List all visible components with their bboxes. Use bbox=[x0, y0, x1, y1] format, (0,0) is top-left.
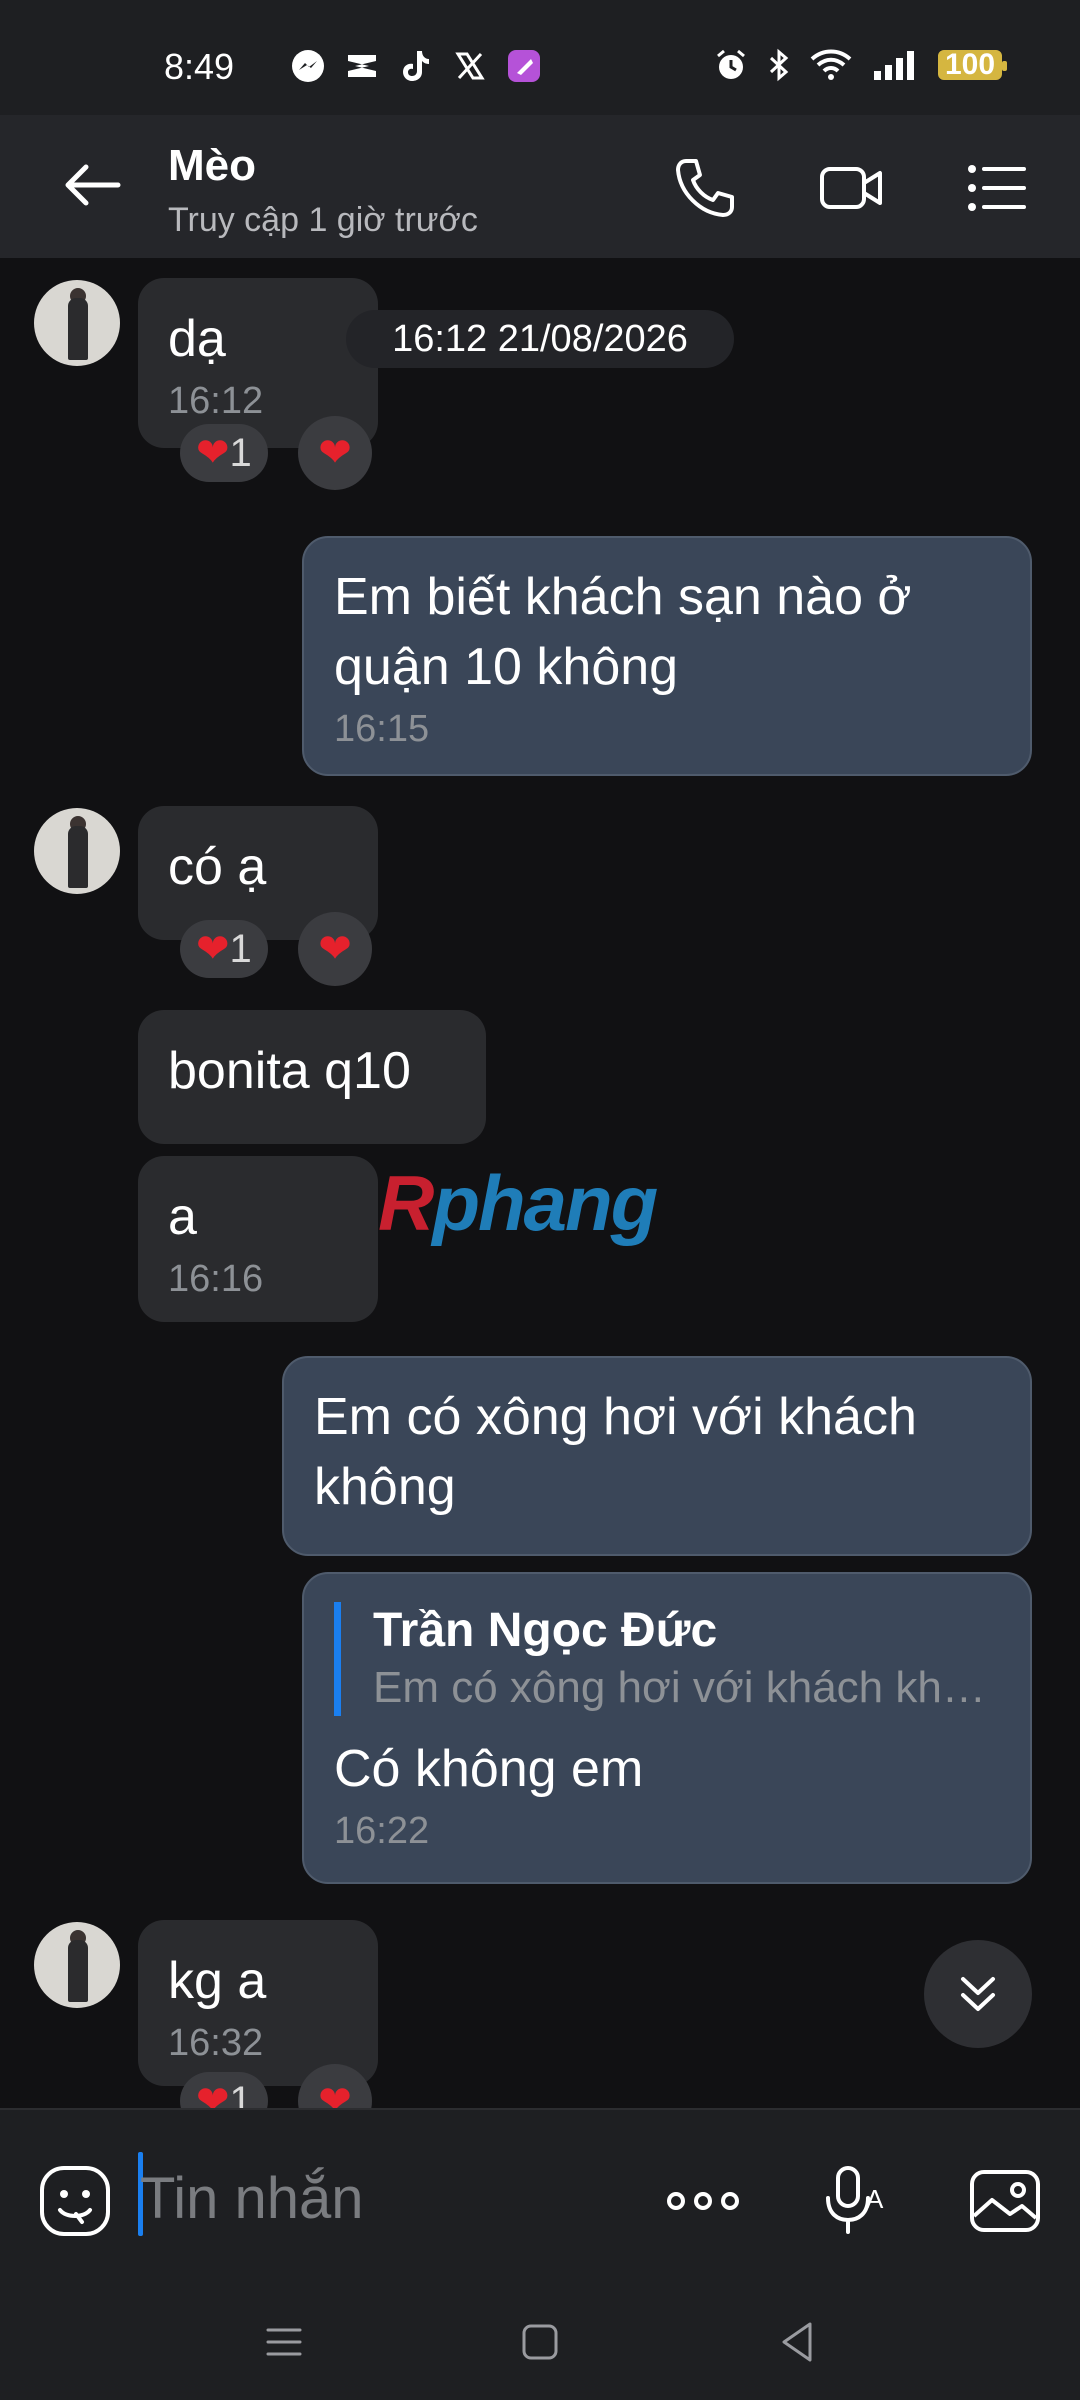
heart-icon: ❤ bbox=[318, 431, 352, 475]
status-bar: 8:49 100 bbox=[0, 0, 1080, 115]
message-bubble-incoming[interactable]: a 16:16 bbox=[138, 1156, 378, 1322]
message-text: Có không em bbox=[334, 1740, 644, 1798]
chat-messages[interactable]: dạ 16:12 16:12 21/08/2026 ❤ 1 ❤ Em biết k… bbox=[0, 258, 1080, 2108]
status-time: 8:49 bbox=[164, 46, 235, 87]
reaction-count[interactable]: ❤ 1 bbox=[180, 2072, 268, 2108]
battery-icon: 100 bbox=[938, 48, 1007, 81]
add-reaction-button[interactable]: ❤ bbox=[298, 416, 372, 490]
reaction-count[interactable]: ❤ 1 bbox=[180, 424, 268, 482]
reaction-count[interactable]: ❤ 1 bbox=[180, 920, 268, 978]
message-input[interactable] bbox=[140, 2158, 620, 2238]
heart-icon: ❤ bbox=[196, 927, 230, 971]
message-bubble-reply[interactable]: Trần Ngọc Đức Em có xông hơi với khách k… bbox=[302, 1572, 1032, 1884]
message-text: kg a bbox=[168, 1952, 267, 2010]
wifi-icon bbox=[810, 49, 852, 81]
message-time: 16:22 bbox=[334, 1810, 430, 1852]
tiktok-icon bbox=[398, 48, 434, 84]
message-time: 16:12 bbox=[168, 380, 264, 422]
message-text: bonita q10 bbox=[168, 1042, 411, 1100]
message-composer: A bbox=[0, 2108, 1080, 2284]
message-text: dạ bbox=[168, 310, 226, 368]
shortcut-app-icon bbox=[506, 48, 542, 84]
avatar[interactable] bbox=[34, 280, 120, 366]
message-bubble-incoming[interactable]: kg a 16:32 bbox=[138, 1920, 378, 2086]
capcut-icon bbox=[344, 48, 380, 84]
heart-icon: ❤ bbox=[318, 2079, 352, 2108]
message-bubble-incoming[interactable]: bonita q10 bbox=[138, 1010, 486, 1144]
status-app-icons bbox=[290, 48, 542, 84]
contact-last-seen: Truy cập 1 giờ trước bbox=[168, 201, 478, 239]
scroll-to-bottom-button[interactable] bbox=[924, 1940, 1032, 2048]
heart-icon: ❤ bbox=[196, 431, 230, 475]
contact-name[interactable]: Mèo bbox=[168, 141, 256, 191]
reply-author: Trần Ngọc Đức bbox=[373, 1604, 718, 1657]
message-text: có ạ bbox=[168, 838, 267, 896]
heart-icon: ❤ bbox=[318, 927, 352, 971]
message-time: 16:16 bbox=[168, 1258, 264, 1300]
back-arrow-icon[interactable] bbox=[60, 155, 130, 215]
message-text: Em có xông hơi với khách không bbox=[314, 1388, 917, 1516]
message-time: 16:32 bbox=[168, 2022, 264, 2064]
add-reaction-button[interactable]: ❤ bbox=[298, 912, 372, 986]
watermark-logo: Rphang bbox=[378, 1159, 658, 1247]
video-call-icon[interactable] bbox=[818, 155, 884, 221]
chat-header: Mèo Truy cập 1 giờ trước bbox=[0, 115, 1080, 258]
recent-apps-icon[interactable] bbox=[254, 2312, 314, 2372]
message-text: Em biết khách sạn nào ở quận 10 không bbox=[334, 568, 912, 696]
heart-icon: ❤ bbox=[196, 2079, 230, 2108]
home-icon[interactable] bbox=[510, 2312, 570, 2372]
avatar[interactable] bbox=[34, 808, 120, 894]
message-time: 16:15 bbox=[334, 708, 430, 750]
status-system-icons: 100 bbox=[714, 48, 1007, 82]
reply-quote[interactable]: Trần Ngọc Đức Em có xông hơi với khách k… bbox=[334, 1602, 1000, 1716]
message-text: a bbox=[168, 1188, 197, 1246]
signal-icon bbox=[872, 49, 918, 81]
emoji-sticker-icon[interactable] bbox=[36, 2162, 114, 2240]
avatar[interactable] bbox=[34, 1922, 120, 2008]
messenger-icon bbox=[290, 48, 326, 84]
alarm-icon bbox=[714, 48, 748, 82]
voice-to-text-icon[interactable]: A bbox=[816, 2162, 894, 2240]
image-gallery-icon[interactable] bbox=[966, 2162, 1044, 2240]
x-icon bbox=[452, 48, 488, 84]
back-nav-icon[interactable] bbox=[768, 2312, 828, 2372]
system-nav-bar bbox=[0, 2284, 1080, 2400]
reply-preview: Em có xông hơi với khách không bbox=[373, 1663, 1000, 1712]
date-separator: 16:12 21/08/2026 bbox=[346, 310, 734, 368]
message-bubble-outgoing[interactable]: Em có xông hơi với khách không bbox=[282, 1356, 1032, 1556]
double-chevron-down-icon bbox=[961, 1977, 995, 2011]
menu-list-icon[interactable] bbox=[964, 155, 1030, 221]
message-bubble-outgoing[interactable]: Em biết khách sạn nào ở quận 10 không 16… bbox=[302, 536, 1032, 776]
bluetooth-icon bbox=[768, 48, 790, 82]
more-options-icon[interactable] bbox=[664, 2162, 742, 2240]
svg-text:A: A bbox=[866, 2184, 884, 2214]
phone-icon[interactable] bbox=[672, 155, 738, 221]
